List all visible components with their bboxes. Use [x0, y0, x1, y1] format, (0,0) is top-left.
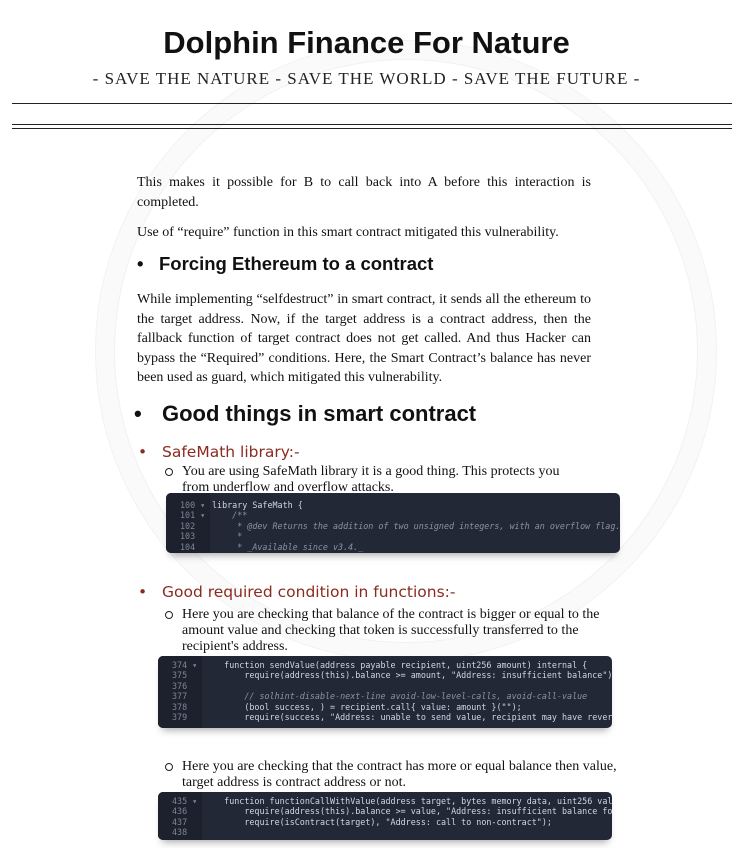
list-item-text: You are using SafeMath library it is a g…	[182, 464, 560, 479]
bullet-dot-icon: •	[137, 253, 144, 274]
line-number: 378	[172, 701, 188, 712]
subheading-safemath: • SafeMath library:-	[138, 443, 300, 461]
bullet-dot-icon: •	[134, 401, 142, 426]
line-number: 438	[172, 827, 188, 838]
circle-bullet-icon	[165, 763, 173, 771]
code-text: function functionCallWithValue(address t…	[204, 796, 612, 806]
line-number: 104	[180, 541, 196, 552]
code-text: *	[212, 531, 243, 542]
code-snippet-functioncall: 435 ▾ function functionCallWithValue(add…	[158, 792, 612, 840]
page-subtitle: - SAVE THE NATURE - SAVE THE WORLD - SAV…	[92, 69, 641, 88]
line-number: 102	[180, 520, 196, 531]
code-text: /**	[212, 510, 248, 521]
line-number: 379	[172, 712, 188, 722]
bullet-dot-icon: •	[138, 583, 148, 601]
list-item-text: recipient's address.	[182, 639, 288, 654]
code-snippet-sendvalue: 374 ▾ function sendValue(address payable…	[158, 656, 612, 728]
list-item-text: Here you are checking that the contract …	[182, 759, 617, 774]
line-number: 103	[180, 531, 196, 542]
circle-bullet-icon	[165, 468, 173, 476]
subheading-required-condition: • Good required condition in functions:-	[138, 583, 456, 601]
page-title: Dolphin Finance For Nature	[163, 25, 570, 60]
line-number: 376	[172, 680, 188, 691]
code-text: * _Available since v3.4._	[212, 541, 364, 552]
page-header: Dolphin Finance For Nature - SAVE THE NA…	[0, 0, 733, 89]
list-item-text: target address is contract address or no…	[182, 775, 407, 790]
line-number: 375	[172, 670, 188, 681]
line-number: 436	[172, 806, 188, 817]
code-text: require(address(this).balance >= amount,…	[204, 670, 612, 681]
code-text: library SafeMath {	[212, 500, 303, 510]
code-text: * @dev Returns the addition of two unsig…	[212, 520, 620, 531]
list-item-text: Here you are checking that balance of th…	[182, 607, 600, 622]
paragraph-callback: This makes it possible for B to call bac…	[137, 175, 591, 210]
code-text: require(isContract(target), "Address: ca…	[204, 816, 552, 827]
list-item-text: amount value and checking that token is …	[182, 623, 579, 638]
header-double-rule-top	[12, 124, 732, 125]
code-text: function sendValue(address payable recip…	[204, 660, 588, 670]
paragraph-require: Use of “require” function in this smart …	[137, 225, 559, 240]
line-number: 100 ▾	[180, 500, 206, 510]
heading-forcing-ethereum: • Forcing Ethereum to a contract	[137, 253, 434, 274]
line-number: 377	[172, 691, 188, 702]
header-divider	[12, 103, 732, 104]
line-number: 435 ▾	[172, 796, 198, 806]
line-number: 101 ▾	[180, 510, 206, 521]
code-text: require(address(this).balance >= value, …	[204, 806, 612, 817]
line-number: 437	[172, 816, 188, 827]
code-text: // solhint-disable-next-line avoid-low-l…	[204, 691, 588, 702]
code-text: require(success, "Address: unable to sen…	[204, 712, 612, 722]
circle-bullet-icon	[165, 611, 173, 619]
header-double-rule-bottom	[12, 128, 732, 129]
heading-good-things: • Good things in smart contract	[134, 401, 477, 426]
code-text: (bool success, ) = recipient.call{ value…	[204, 701, 522, 712]
line-number: 374 ▾	[172, 660, 198, 670]
paragraph-selfdestruct: While implementing “selfdestruct” in sma…	[137, 292, 591, 385]
code-snippet-safemath: 100 ▾ library SafeMath { 101 ▾ /** 102 * @d…	[166, 493, 620, 553]
bullet-dot-icon: •	[138, 443, 148, 461]
